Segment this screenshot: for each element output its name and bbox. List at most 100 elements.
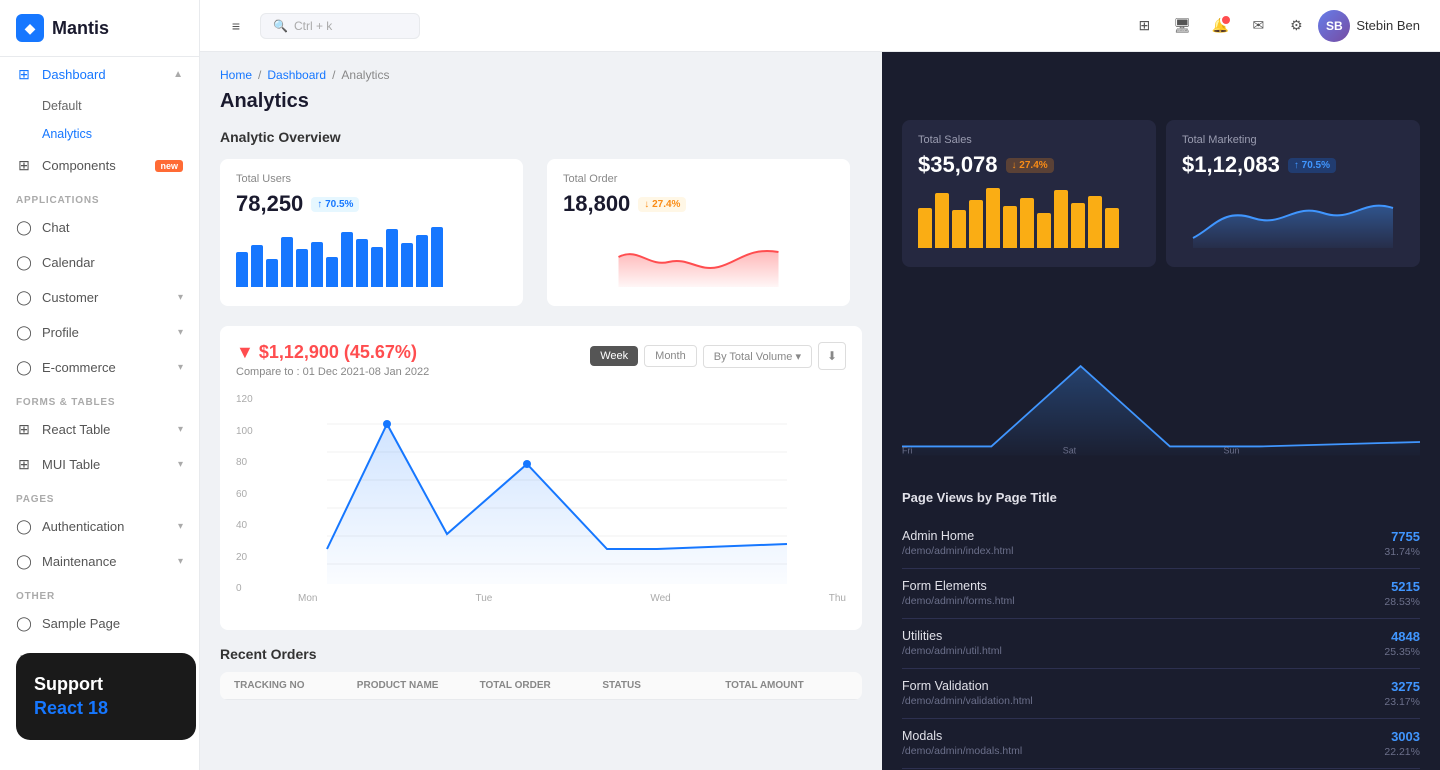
breadcrumb-home[interactable]: Home	[220, 68, 252, 82]
bar	[1088, 196, 1102, 248]
bar	[296, 249, 308, 287]
chevron-down-icon: ▾	[178, 362, 183, 373]
metric-badge-marketing: ↑ 70.5%	[1288, 158, 1336, 173]
volume-button[interactable]: By Total Volume ▾	[703, 345, 812, 368]
metric-badge-users: ↑ 70.5%	[311, 197, 359, 212]
bar	[1003, 206, 1017, 248]
sidebar-item-profile[interactable]: ◯ Profile ▾	[0, 315, 199, 350]
chevron-up-icon: ▲	[173, 69, 183, 80]
sidebar-item-chat[interactable]: ◯ Chat	[0, 210, 199, 245]
components-icon: ⊞	[16, 157, 32, 174]
download-button[interactable]: ⬇	[818, 342, 846, 370]
metric-value-users: 78,250	[236, 191, 303, 217]
chevron-down-icon: ▾	[178, 424, 183, 435]
metric-card-total-order: Total Order 18,800 ↓ 27.4%	[547, 159, 850, 306]
bar	[281, 237, 293, 287]
metric-value-row-users: 78,250 ↑ 70.5%	[236, 191, 507, 217]
sidebar-item-calendar[interactable]: ◯ Calendar	[0, 245, 199, 280]
list-item: Form Validation /demo/admin/validation.h…	[902, 669, 1420, 719]
sidebar-item-mui-table[interactable]: ⊞ MUI Table ▾	[0, 447, 199, 482]
popup-text-support: Support	[34, 673, 178, 696]
breadcrumb-current: Analytics	[341, 68, 389, 82]
recent-orders-title: Recent Orders	[220, 646, 862, 662]
bar	[311, 242, 323, 287]
bar	[986, 188, 1000, 248]
list-item: Modals /demo/admin/modals.html 3003 22.2…	[902, 719, 1420, 769]
topbar-search[interactable]: 🔍 Ctrl + k	[260, 13, 420, 39]
income-compare: Compare to : 01 Dec 2021-08 Jan 2022	[236, 366, 429, 378]
sidebar-item-sample[interactable]: ◯ Sample Page	[0, 606, 199, 641]
users-bar-chart	[236, 227, 507, 287]
income-chart-container: 120 100 80 60 40 20 0	[236, 394, 846, 614]
mail-button[interactable]: ✉	[1242, 10, 1274, 42]
sidebar-item-customer[interactable]: ◯ Customer ▾	[0, 280, 199, 315]
username: Stebin Ben	[1356, 18, 1420, 33]
metric-label-order: Total Order	[563, 173, 834, 185]
metric-value-row-sales: $35,078 ↓ 27.4%	[918, 152, 1140, 178]
logo-icon: ◆	[16, 14, 44, 42]
sidebar-item-react-table[interactable]: ⊞ React Table ▾	[0, 412, 199, 447]
calendar-icon: ◯	[16, 254, 32, 271]
col-product: PRODUCT NAME	[357, 680, 480, 691]
bar	[371, 247, 383, 287]
settings-button[interactable]: ⚙	[1280, 10, 1312, 42]
breadcrumb: Home / Dashboard / Analytics	[220, 68, 862, 82]
avatar[interactable]: SB	[1318, 10, 1350, 42]
react-table-icon: ⊞	[16, 421, 32, 438]
col-total-order: TOTAL ORDER	[480, 680, 603, 691]
metric-badge-order: ↓ 27.4%	[638, 197, 686, 212]
main-content: ≡ 🔍 Ctrl + k ⊞ 🖥 🔔 ✉ ⚙ SB Stebin Ben Hom…	[200, 0, 1440, 770]
menu-toggle-button[interactable]: ≡	[220, 10, 252, 42]
sales-bar-chart	[918, 188, 1140, 248]
list-item: Form Elements /demo/admin/forms.html 521…	[902, 569, 1420, 619]
metric-card-total-marketing: Total Marketing $1,12,083 ↑ 70.5%	[1166, 120, 1420, 267]
app-section-label: Applications	[0, 183, 199, 210]
content-area: Home / Dashboard / Analytics Analytics A…	[200, 52, 1440, 770]
sidebar-item-ecommerce[interactable]: ◯ E-commerce ▾	[0, 350, 199, 385]
week-button[interactable]: Week	[590, 346, 638, 366]
mui-table-icon: ⊞	[16, 456, 32, 473]
col-status: STATUS	[602, 680, 725, 691]
sidebar-sub-default[interactable]: Default	[0, 92, 199, 120]
page-title: Analytics	[220, 90, 862, 113]
app-title: Mantis	[52, 18, 109, 39]
notification-button[interactable]: 🔔	[1204, 10, 1236, 42]
sidebar-item-maintenance[interactable]: ◯ Maintenance ▾	[0, 544, 199, 579]
sidebar-item-dashboard[interactable]: ⊞ Dashboard ▲	[0, 57, 199, 92]
bar	[918, 208, 932, 248]
chart-y-labels: 120 100 80 60 40 20 0	[236, 394, 266, 594]
search-icon: 🔍	[273, 19, 288, 33]
sidebar-sub-analytics[interactable]: Analytics	[0, 120, 199, 148]
orders-table: TRACKING NO PRODUCT NAME TOTAL ORDER STA…	[220, 672, 862, 700]
list-item: Utilities /demo/admin/util.html 4848 25.…	[902, 619, 1420, 669]
chevron-down-icon: ▾	[178, 521, 183, 532]
sidebar-item-authentication[interactable]: ◯ Authentication ▾	[0, 509, 199, 544]
bar	[1071, 203, 1085, 248]
col-tracking: TRACKING NO	[234, 680, 357, 691]
metric-label-sales: Total Sales	[918, 134, 1140, 146]
breadcrumb-dashboard[interactable]: Dashboard	[267, 68, 326, 82]
auth-icon: ◯	[16, 518, 32, 535]
sidebar-item-components[interactable]: ⊞ Components new	[0, 148, 199, 183]
topbar-left: ≡ 🔍 Ctrl + k	[220, 10, 1120, 42]
bar	[341, 232, 353, 287]
metric-value-sales: $35,078	[918, 152, 998, 178]
month-button[interactable]: Month	[644, 345, 697, 367]
dark-income-chart-section: Fri Sat Sun	[902, 285, 1420, 470]
bar	[356, 239, 368, 287]
other-section-label: Other	[0, 579, 199, 606]
bar	[952, 210, 966, 248]
income-line-chart	[268, 394, 846, 584]
support-react18-popup[interactable]: Support React 18	[16, 653, 196, 740]
popup-text-react18: React 18	[34, 697, 178, 720]
chevron-down-icon: ▾	[178, 556, 183, 567]
income-overview-card: ▼ $1,12,900 (45.67%) Compare to : 01 Dec…	[220, 326, 862, 630]
monitor-button[interactable]: 🖥	[1166, 10, 1198, 42]
metric-value-row-marketing: $1,12,083 ↑ 70.5%	[1182, 152, 1404, 178]
sidebar-logo: ◆ Mantis	[0, 0, 199, 57]
forms-section-label: Forms & Tables	[0, 385, 199, 412]
apps-button[interactable]: ⊞	[1128, 10, 1160, 42]
bar	[1020, 198, 1034, 248]
chevron-down-icon: ▾	[178, 327, 183, 338]
income-amount: ▼ $1,12,900 (45.67%)	[236, 342, 429, 363]
